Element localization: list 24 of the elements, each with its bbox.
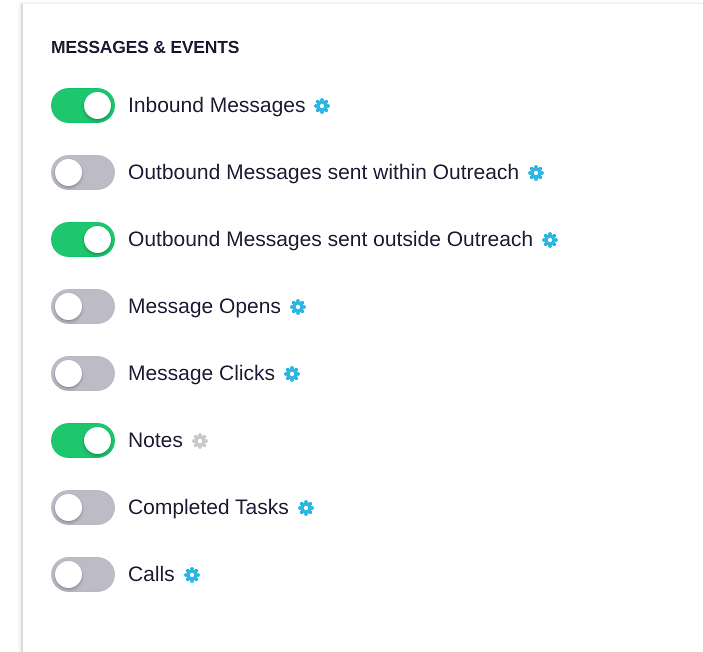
setting-label: Calls (128, 562, 175, 588)
setting-label: Completed Tasks (128, 495, 289, 522)
toggle-switch[interactable] (51, 423, 115, 458)
setting-label: Message Clicks (128, 361, 276, 388)
toggle-switch[interactable] (51, 356, 115, 392)
setting-label: Outbound Messages sent outside Outreach (128, 227, 534, 254)
toggle-switch[interactable] (51, 155, 115, 190)
toggle-switch[interactable] (51, 557, 115, 592)
section-title: MESSAGES & EVENTS (51, 36, 240, 59)
settings-icon[interactable] (184, 567, 200, 584)
settings-icon[interactable] (298, 500, 314, 516)
toggle-switch[interactable] (51, 88, 115, 124)
setting-label: Notes (128, 428, 183, 454)
setting-label: Inbound Messages (128, 93, 306, 120)
toggle-switch[interactable] (51, 289, 115, 324)
setting-label: Outbound Messages sent within Outreach (128, 160, 520, 186)
settings-icon[interactable] (314, 98, 330, 114)
settings-icon[interactable] (290, 299, 306, 316)
toggle-switch[interactable] (51, 490, 115, 526)
setting-label: Message Opens (128, 294, 281, 320)
toggle-switch[interactable] (51, 222, 115, 258)
settings-icon[interactable] (284, 366, 300, 382)
settings-icon[interactable] (542, 232, 558, 248)
settings-icon[interactable] (528, 165, 544, 182)
